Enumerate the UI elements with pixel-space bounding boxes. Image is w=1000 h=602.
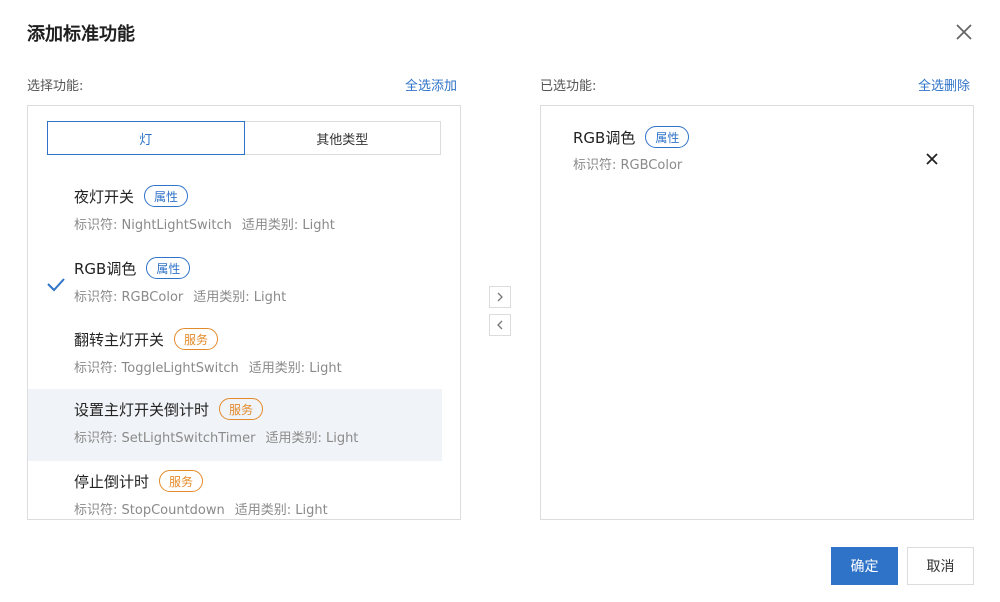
cancel-button[interactable]: 取消 [907, 547, 974, 585]
category-text: 适用类别: Light [241, 218, 335, 233]
check-icon [46, 276, 66, 292]
service-badge: 服务 [174, 328, 219, 350]
function-name: RGB调色 [573, 128, 636, 147]
selected-functions-label: 已选功能: [540, 79, 597, 94]
function-meta: 标识符: ToggleLightSwitch 适用类别: Light [74, 357, 342, 376]
function-meta: 标识符: StopCountdown 适用类别: Light [74, 499, 328, 518]
category-text: 适用类别: Light [193, 290, 287, 305]
identifier-text: 标识符: ToggleLightSwitch [74, 361, 239, 376]
category-text: 适用类别: Light [234, 503, 328, 518]
function-meta: 标识符: RGBColor 适用类别: Light [74, 286, 286, 305]
identifier-text: 标识符: StopCountdown [74, 503, 225, 518]
dialog-title: 添加标准功能 [27, 24, 135, 45]
select-all-add-link[interactable]: 全选添加 [405, 75, 457, 94]
service-badge: 服务 [159, 470, 204, 492]
identifier-text: 标识符: RGBColor [573, 158, 683, 173]
move-left-button[interactable] [489, 314, 511, 336]
select-all-delete-link[interactable]: 全选删除 [918, 75, 970, 94]
tab-light[interactable]: 灯 [47, 121, 245, 155]
function-name: 夜灯开关 [74, 187, 135, 206]
function-item-set-light-switch-timer[interactable]: 设置主灯开关倒计时 服务 标识符: SetLightSwitchTimer 适用类… [28, 389, 442, 461]
chevron-left-icon [497, 320, 503, 330]
identifier-text: 标识符: RGBColor [74, 290, 184, 305]
property-badge: 属性 [645, 126, 690, 148]
close-icon[interactable] [952, 20, 976, 44]
service-badge: 服务 [219, 398, 264, 420]
function-meta: 标识符: NightLightSwitch 适用类别: Light [74, 214, 335, 233]
move-right-button[interactable] [489, 286, 511, 308]
available-functions-panel: 灯 其他类型 夜灯开关 属性 标识符: NightLightSwitch 适用类别… [27, 105, 461, 520]
chevron-right-icon [497, 292, 503, 302]
tab-other-types[interactable]: 其他类型 [244, 121, 441, 155]
function-name: 设置主灯开关倒计时 [74, 400, 210, 419]
property-badge: 属性 [144, 185, 189, 207]
function-name: RGB调色 [74, 259, 137, 278]
available-functions-label: 选择功能: [27, 79, 84, 94]
function-meta: 标识符: SetLightSwitchTimer 适用类别: Light [74, 427, 358, 446]
confirm-button[interactable]: 确定 [831, 547, 898, 585]
category-text: 适用类别: Light [265, 431, 359, 446]
selected-functions-panel: RGB调色 属性 标识符: RGBColor [540, 105, 974, 520]
function-name: 翻转主灯开关 [74, 330, 165, 349]
function-item-toggle-light-switch[interactable]: 翻转主灯开关 服务 标识符: ToggleLightSwitch 适用类别: Li… [28, 319, 442, 391]
category-text: 适用类别: Light [248, 361, 342, 376]
selected-item-rgb-color: RGB调色 属性 标识符: RGBColor [573, 126, 690, 173]
identifier-text: 标识符: SetLightSwitchTimer [74, 431, 256, 446]
identifier-text: 标识符: NightLightSwitch [74, 218, 232, 233]
property-badge: 属性 [146, 257, 191, 279]
function-name: 停止倒计时 [74, 472, 150, 491]
category-tabs: 灯 其他类型 [47, 121, 441, 155]
remove-icon[interactable] [924, 151, 940, 167]
function-item-stop-countdown[interactable]: 停止倒计时 服务 标识符: StopCountdown 适用类别: Light [28, 461, 442, 519]
function-item-rgb-color[interactable]: RGB调色 属性 标识符: RGBColor 适用类别: Light [28, 248, 442, 320]
function-item-night-light-switch[interactable]: 夜灯开关 属性 标识符: NightLightSwitch 适用类别: Light [28, 176, 442, 248]
